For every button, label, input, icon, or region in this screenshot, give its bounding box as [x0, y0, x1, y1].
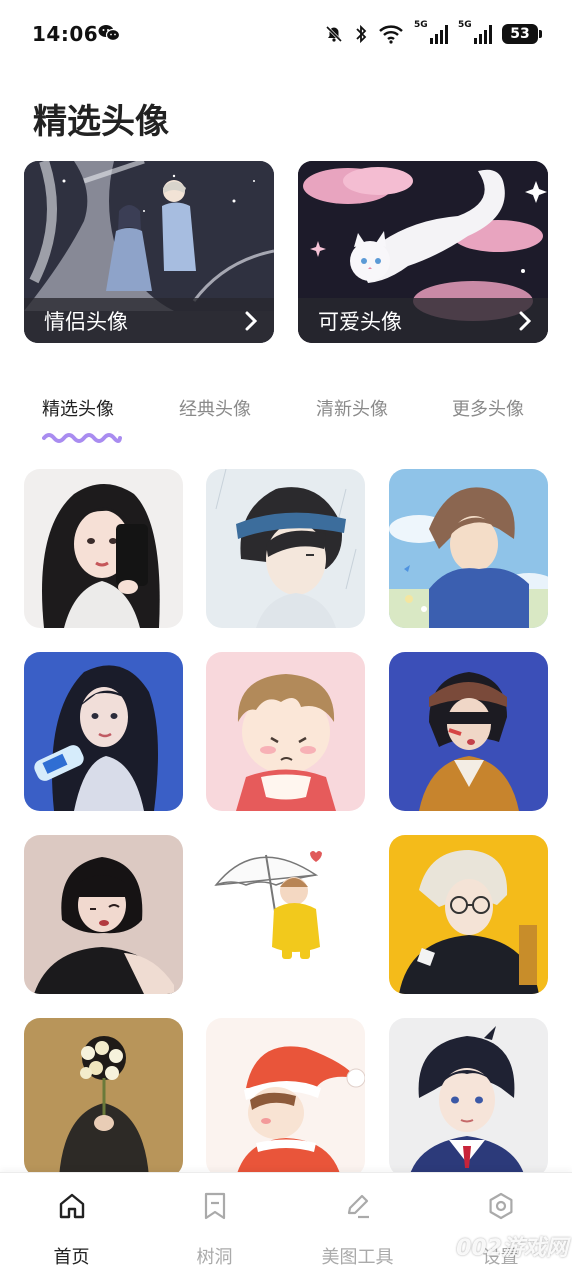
avatar-tile[interactable]	[24, 652, 183, 811]
settings-icon	[489, 1192, 512, 1220]
avatar-image	[206, 652, 365, 811]
pen-icon	[347, 1194, 369, 1219]
page-title: 精选头像	[33, 102, 169, 142]
wechat-icon	[98, 25, 120, 42]
avatar-tile[interactable]	[24, 835, 183, 994]
nav-home-label: 首页	[53, 1247, 90, 1268]
avatar-image	[389, 652, 548, 811]
avatar-tile[interactable]	[389, 652, 548, 811]
status-icons: 5G 5G 53	[324, 20, 542, 46]
avatar-image	[389, 835, 548, 994]
nav-photo-tools-label: 美图工具	[321, 1247, 394, 1268]
avatar-tile[interactable]	[206, 1018, 365, 1177]
status-bar: 14:06 5G 5G 53	[0, 0, 572, 68]
avatar-tile[interactable]	[206, 652, 365, 811]
chevron-right-icon	[245, 311, 258, 330]
featured-card-cute[interactable]: 可爱头像	[298, 161, 548, 343]
tab-featured[interactable]: 精选头像	[42, 395, 114, 421]
nav-treehole-label: 树洞	[196, 1247, 233, 1268]
nav-photo-tools[interactable]: 美图工具	[286, 1173, 429, 1279]
chevron-right-icon	[519, 311, 532, 330]
bookmark-icon	[204, 1192, 225, 1220]
wifi-icon	[379, 25, 403, 44]
avatar-image	[24, 1018, 183, 1177]
bluetooth-icon	[356, 24, 367, 44]
tab-classic[interactable]: 经典头像	[179, 395, 251, 421]
tab-active-indicator	[42, 433, 122, 443]
nav-treehole[interactable]: 树洞	[143, 1173, 286, 1279]
avatar-image	[24, 835, 183, 994]
signal-icon: 5G	[458, 20, 492, 44]
signal-type-label: 5G	[414, 20, 428, 30]
avatar-tile[interactable]	[389, 835, 548, 994]
mute-bell-icon	[325, 25, 343, 43]
featured-card-couple[interactable]: 情侣头像	[24, 161, 274, 343]
avatar-image	[24, 469, 183, 628]
featured-caption: 可爱头像	[298, 298, 548, 343]
avatar-tile[interactable]	[389, 469, 548, 628]
avatar-tile[interactable]	[206, 835, 365, 994]
avatar-tile[interactable]	[389, 1018, 548, 1177]
status-time: 14:06	[32, 22, 99, 46]
signal-icon: 5G	[414, 20, 448, 44]
avatar-image	[389, 469, 548, 628]
avatar-tile[interactable]	[24, 469, 183, 628]
avatar-image	[206, 835, 365, 994]
avatar-tile[interactable]	[206, 469, 365, 628]
avatar-image	[389, 1018, 548, 1177]
bottom-nav: 首页 树洞 美图工具 设置	[0, 1172, 572, 1279]
tab-more[interactable]: 更多头像	[452, 395, 524, 421]
avatar-tile[interactable]	[24, 1018, 183, 1177]
featured-caption: 情侣头像	[24, 298, 274, 343]
nav-settings[interactable]: 设置	[429, 1173, 572, 1279]
avatar-image	[206, 1018, 365, 1177]
home-icon	[59, 1193, 84, 1219]
signal-type-label: 5G	[458, 20, 472, 30]
avatar-image	[24, 652, 183, 811]
watermark: 002游戏网	[456, 1236, 568, 1261]
nav-home[interactable]: 首页	[0, 1173, 143, 1279]
featured-label: 可爱头像	[318, 309, 402, 334]
tab-fresh[interactable]: 清新头像	[316, 395, 388, 421]
featured-label: 情侣头像	[44, 309, 128, 334]
battery-icon: 53	[502, 24, 542, 44]
avatar-image	[206, 469, 365, 628]
